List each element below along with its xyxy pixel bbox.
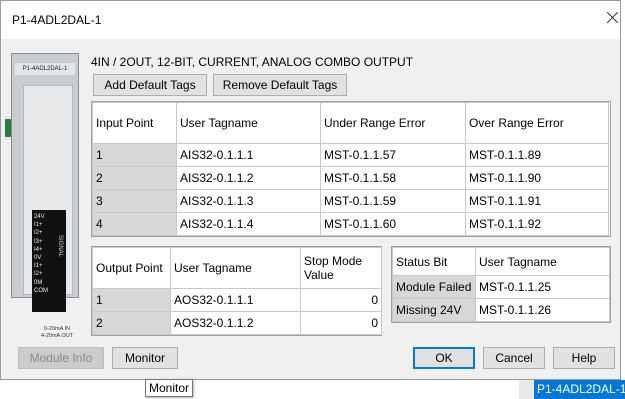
module-config-dialog: P1-4ADL2DAL-1 P1-4ADL2DAL-1 24V I1+ I2+ … (0, 0, 621, 380)
table-row[interactable]: 2 AIS32-0.1.1.2 MST-0.1.1.58 MST-0.1.1.9… (92, 166, 609, 190)
over-range-cell[interactable]: MST-0.1.1.92 (465, 212, 609, 236)
module-green-stripe (5, 119, 11, 137)
output-point-cell: 2 (92, 311, 171, 335)
over-range-cell[interactable]: MST-0.1.1.90 (465, 166, 609, 190)
column-header: User Tagname (176, 102, 321, 144)
terminal-label: 24V (34, 214, 45, 220)
under-range-cell[interactable]: MST-0.1.1.57 (320, 143, 466, 167)
input-header-row: Input Point User Tagname Under Range Err… (92, 102, 609, 144)
module-footer: 0-20mA IN 4-20mA OUT (27, 326, 87, 346)
input-point-cell: 2 (92, 166, 177, 190)
column-header: Over Range Error (465, 102, 609, 144)
column-header: Status Bit (392, 247, 476, 276)
output-table: Output Point User Tagname Stop Mode Valu… (92, 247, 382, 335)
monitor-tooltip: Monitor (145, 379, 194, 397)
module-description: 4IN / 2OUT, 12-BIT, CURRENT, ANALOG COMB… (91, 55, 414, 69)
terminal-label: 0M (34, 279, 43, 286)
table-row[interactable]: 2 AOS32-0.1.1.2 0 (92, 311, 382, 335)
table-row[interactable]: 3 AIS32-0.1.1.3 MST-0.1.1.59 MST-0.1.1.9… (92, 189, 609, 213)
remove-default-tags-button[interactable]: Remove Default Tags (213, 74, 347, 96)
column-header: User Tagname (475, 247, 610, 276)
input-point-cell: 3 (92, 189, 177, 213)
column-header: Input Point (92, 102, 177, 144)
terminal-block: 24V I1+ I2+ I3+ I4+ 0V I1+ I2+ 0M COM (32, 210, 66, 312)
terminal-label: COM (34, 287, 48, 294)
output-point-cell: 1 (92, 288, 171, 312)
title-bar: P1-4ADL2DAL-1 (1, 1, 620, 39)
column-header: User Tagname (170, 247, 301, 289)
module-image-label: P1-4ADL2DAL-1 (15, 63, 75, 75)
user-tagname-cell[interactable]: MST-0.1.1.25 (475, 275, 610, 299)
terminal-label: I2+ (34, 271, 43, 278)
help-button[interactable]: Help (553, 347, 615, 369)
output-header-row: Output Point User Tagname Stop Mode Valu… (92, 247, 382, 289)
over-range-cell[interactable]: MST-0.1.1.91 (465, 189, 609, 213)
under-range-cell[interactable]: MST-0.1.1.60 (320, 212, 466, 236)
terminal-side-label: SIGNAL (57, 235, 63, 258)
cancel-button[interactable]: Cancel (483, 347, 545, 369)
user-tagname-cell[interactable]: MST-0.1.1.26 (475, 298, 610, 322)
under-range-cell[interactable]: MST-0.1.1.59 (320, 189, 466, 213)
add-default-tags-button[interactable]: Add Default Tags (93, 74, 207, 96)
user-tagname-cell[interactable]: AIS32-0.1.1.2 (176, 166, 321, 190)
status-bit-cell: Missing 24V (392, 298, 476, 322)
module-footer-line: 4-20mA OUT (40, 333, 74, 339)
table-row[interactable]: Missing 24V MST-0.1.1.26 (392, 298, 610, 322)
status-table: Status Bit User Tagname Module Failed MS… (392, 247, 610, 322)
terminal-label: I1+ (34, 263, 43, 270)
stop-mode-value-cell[interactable]: 0 (300, 288, 382, 312)
module-image: P1-4ADL2DAL-1 24V I1+ I2+ I3+ I4+ 0V I1+… (5, 45, 87, 339)
column-header: Stop Mode Value (300, 247, 382, 289)
close-icon[interactable] (601, 7, 625, 31)
input-point-cell: 4 (92, 212, 177, 236)
stop-mode-value-cell[interactable]: 0 (300, 311, 382, 335)
table-row[interactable]: 4 AIS32-0.1.1.4 MST-0.1.1.60 MST-0.1.1.9… (92, 212, 609, 236)
table-row[interactable]: 1 AOS32-0.1.1.1 0 (92, 288, 382, 312)
ok-button[interactable]: OK (413, 347, 475, 369)
module-footer-line: 0-20mA IN (44, 326, 70, 332)
module-info-button[interactable]: Module Info (18, 347, 104, 369)
window-title: P1-4ADL2DAL-1 (12, 13, 102, 27)
user-tagname-cell[interactable]: AIS32-0.1.1.4 (176, 212, 321, 236)
monitor-button[interactable]: Monitor (112, 347, 178, 369)
user-tagname-cell[interactable]: AIS32-0.1.1.3 (176, 189, 321, 213)
column-header: Under Range Error (320, 102, 466, 144)
table-row[interactable]: Module Failed MST-0.1.1.25 (392, 275, 610, 299)
user-tagname-cell[interactable]: AOS32-0.1.1.1 (170, 288, 301, 312)
status-bit-cell: Module Failed (392, 275, 476, 299)
input-point-cell: 1 (92, 143, 177, 167)
user-tagname-cell[interactable]: AOS32-0.1.1.2 (170, 311, 301, 335)
table-row[interactable]: 1 AIS32-0.1.1.1 MST-0.1.1.57 MST-0.1.1.8… (92, 143, 609, 167)
column-header: Output Point (92, 247, 171, 289)
input-table: Input Point User Tagname Under Range Err… (92, 102, 609, 236)
user-tagname-cell[interactable]: AIS32-0.1.1.1 (176, 143, 321, 167)
over-range-cell[interactable]: MST-0.1.1.89 (465, 143, 609, 167)
terminal-label: I1+ (34, 222, 43, 229)
status-header-row: Status Bit User Tagname (392, 247, 610, 276)
background-tree-item[interactable]: P1-4ADL2DAL-1 (534, 380, 625, 399)
under-range-cell[interactable]: MST-0.1.1.58 (320, 166, 466, 190)
